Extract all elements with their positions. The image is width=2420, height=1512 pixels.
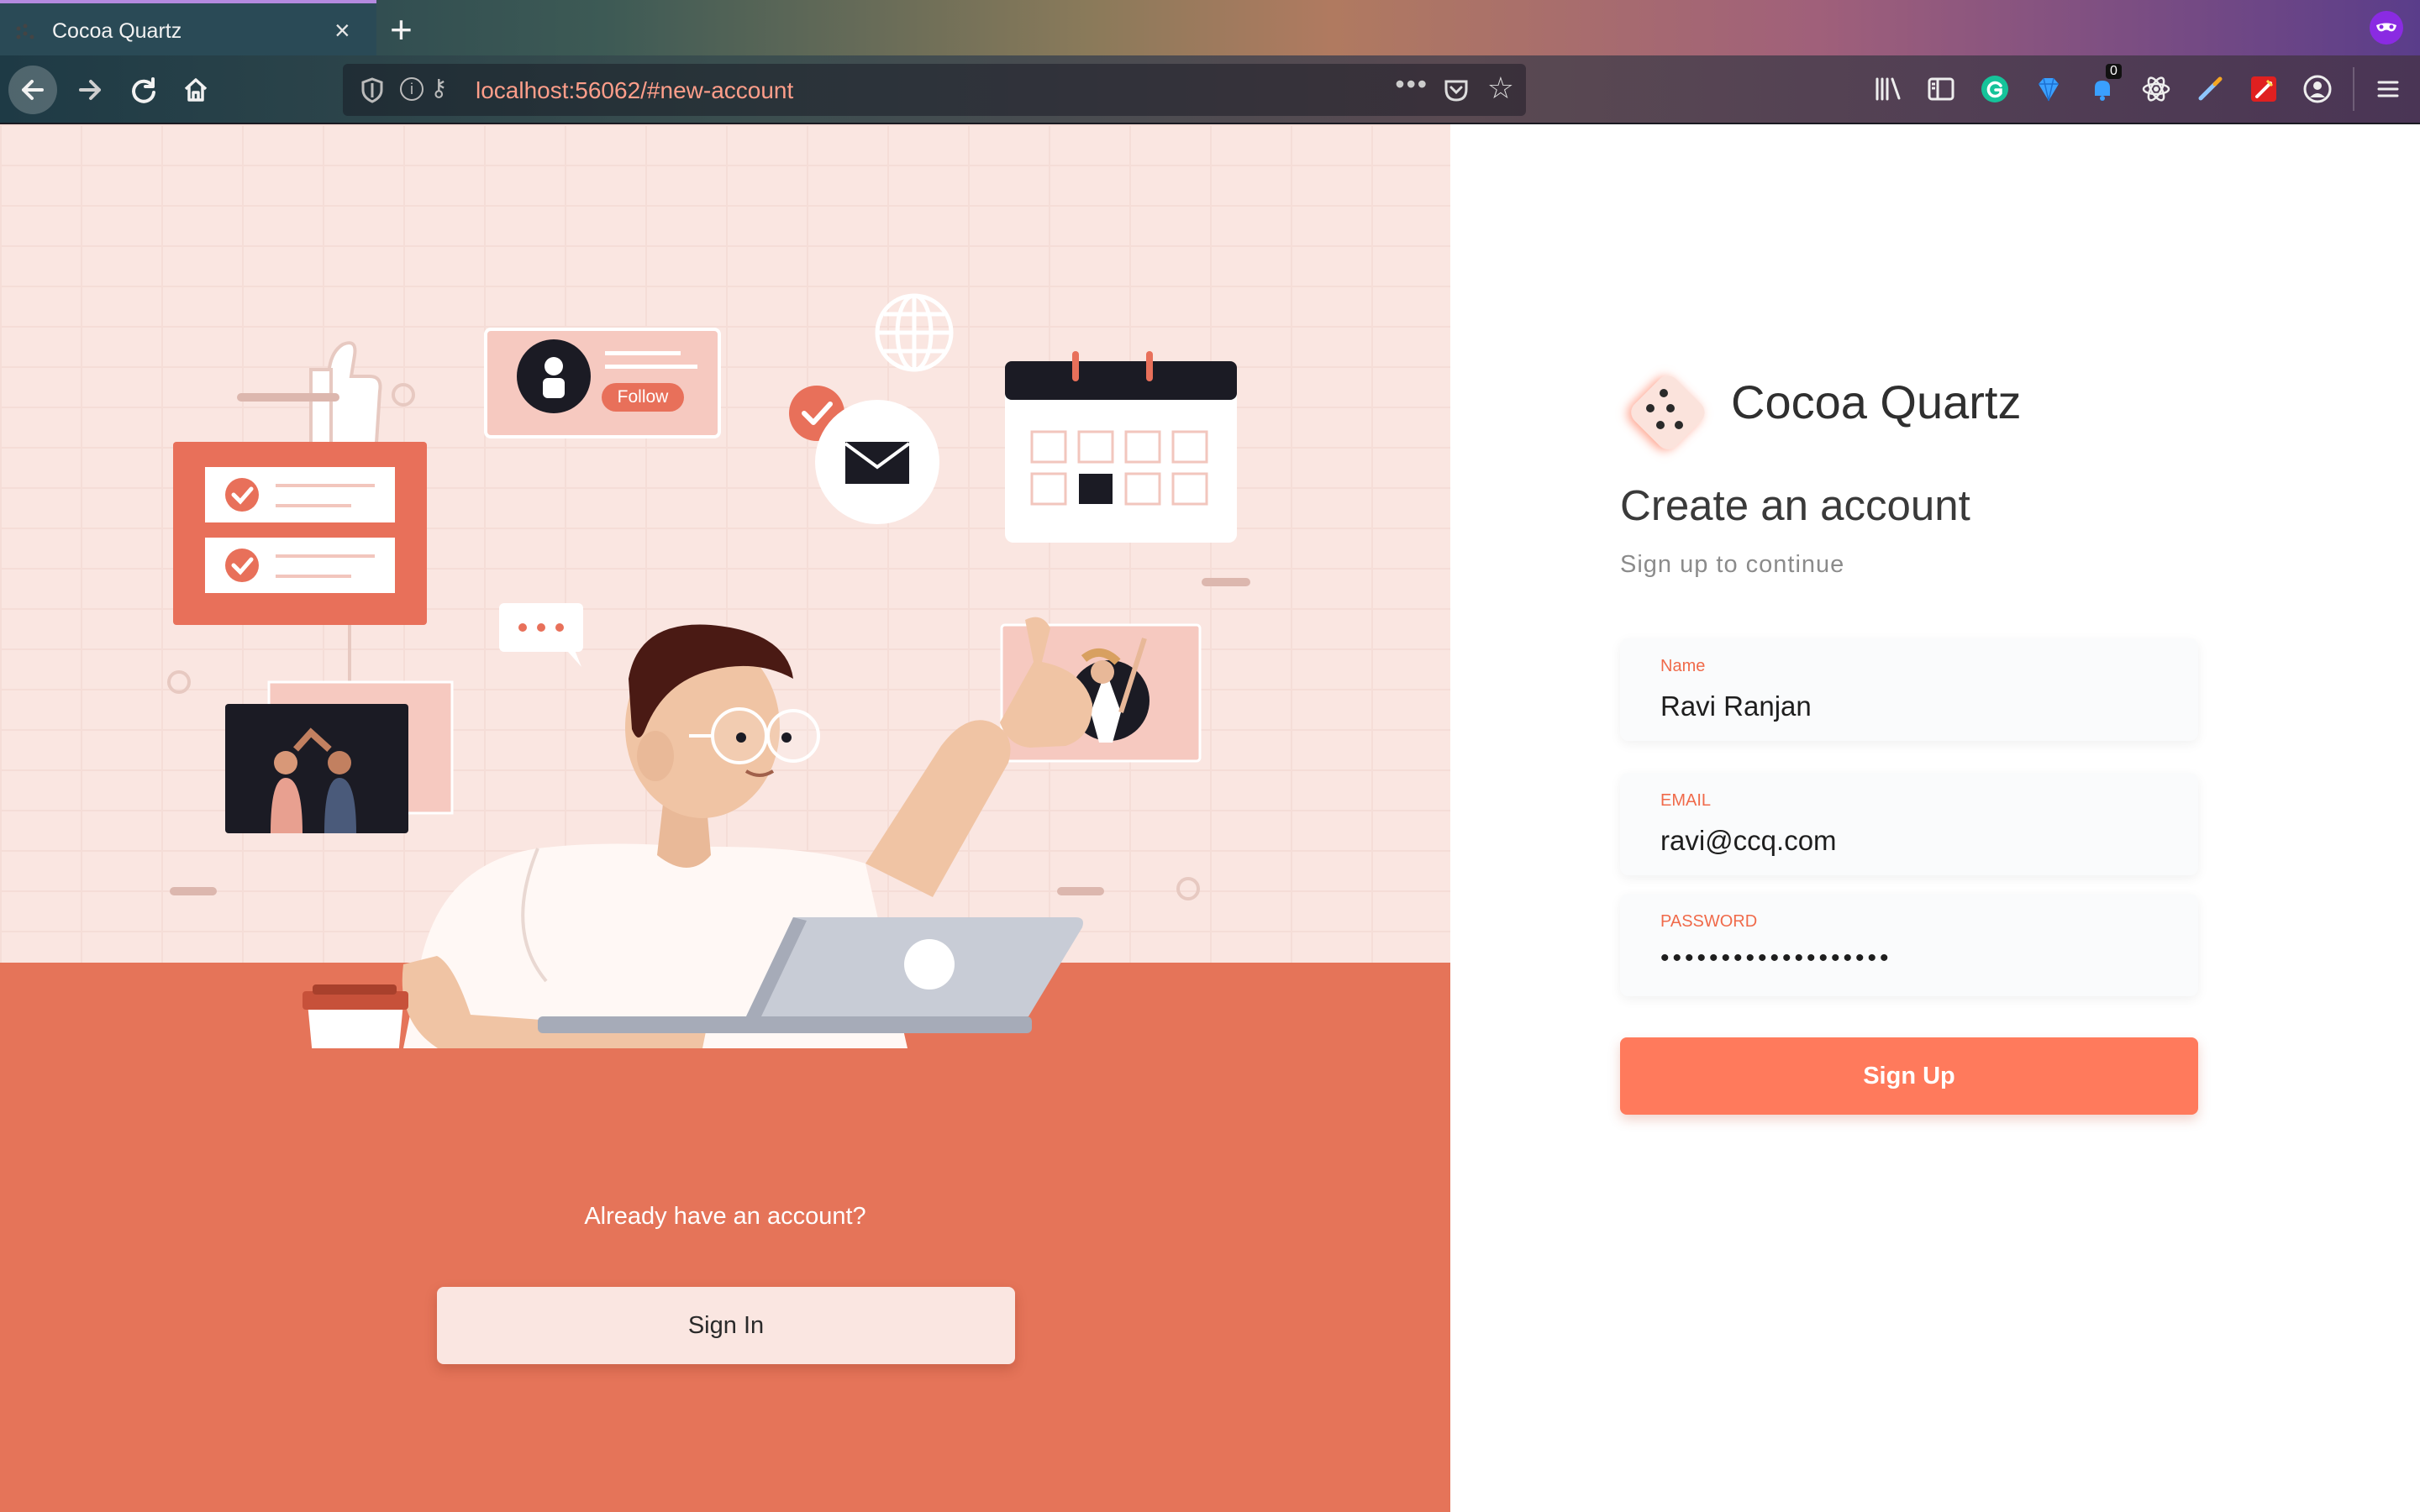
sign-up-button[interactable]: Sign Up — [1620, 1037, 2198, 1115]
calendar-icon — [1005, 351, 1237, 543]
name-label: Name — [1660, 657, 1706, 675]
email-input[interactable]: ravi@ccq.com — [1660, 825, 1837, 857]
navigation-toolbar: i ⚷ localhost:56062/#new-account ••• ☆ 0 — [0, 55, 2420, 124]
eyedropper-icon[interactable] — [2193, 72, 2227, 106]
grammarly-icon[interactable] — [1978, 72, 2012, 106]
toolbar-divider — [2353, 67, 2354, 111]
password-input[interactable]: ••••••••••••••••••• — [1660, 944, 1892, 973]
hero-illustration: Follow — [167, 293, 1250, 1048]
notification-badge: 0 — [2106, 64, 2122, 79]
forward-arrow-icon — [79, 80, 101, 100]
illustration-panel: Follow Already have an account? Sign In — [0, 124, 1450, 1512]
globe-icon — [875, 293, 954, 372]
follow-label: Follow — [618, 387, 670, 407]
tab-close-icon[interactable]: × — [334, 15, 350, 46]
page-actions-button[interactable]: ••• — [1395, 69, 1428, 100]
new-tab-button[interactable]: + — [390, 7, 413, 52]
reload-icon — [132, 77, 155, 103]
already-account-text: Already have an account? — [584, 1203, 866, 1230]
library-icon[interactable] — [1870, 72, 1904, 106]
speech-bubble — [499, 603, 583, 667]
react-devtools-icon[interactable] — [2139, 72, 2173, 106]
page-title: Create an account — [1620, 481, 1970, 529]
name-input[interactable]: Ravi Ranjan — [1660, 690, 1812, 722]
home-button[interactable] — [171, 66, 220, 114]
app-logo-icon — [1631, 375, 1705, 449]
reload-button[interactable] — [119, 66, 168, 114]
colorzilla-icon[interactable] — [2247, 72, 2281, 106]
active-tab[interactable]: Cocoa Quartz × — [0, 0, 376, 55]
site-info-icon[interactable]: i — [400, 77, 424, 101]
password-field[interactable]: PASSWORD ••••••••••••••••••• — [1620, 894, 2198, 996]
coffee-cup-illustration — [302, 984, 408, 1048]
checklist-card — [173, 442, 427, 625]
home-icon — [184, 78, 208, 102]
key-icon[interactable]: ⚷ — [430, 74, 448, 102]
sign-in-button[interactable]: Sign In — [437, 1287, 1015, 1364]
profile-follow-card: Follow — [484, 328, 721, 438]
address-bar[interactable]: i ⚷ localhost:56062/#new-account ••• ☆ — [343, 64, 1526, 116]
friends-photo-card — [225, 704, 408, 833]
email-label: EMAIL — [1660, 791, 1712, 810]
menu-icon[interactable] — [2371, 72, 2405, 106]
pocket-icon[interactable] — [1442, 76, 1470, 104]
tab-title: Cocoa Quartz — [52, 19, 182, 43]
sidebar-icon[interactable] — [1924, 72, 1958, 106]
private-browsing-icon — [2370, 11, 2403, 45]
back-button[interactable] — [8, 66, 57, 114]
tracking-shield-icon[interactable] — [356, 74, 388, 106]
bookmark-star-icon[interactable]: ☆ — [1487, 71, 1514, 106]
app-favicon-icon — [16, 24, 34, 39]
tab-strip: Cocoa Quartz × + — [0, 0, 2420, 55]
gem-icon[interactable] — [2032, 72, 2065, 106]
password-label: PASSWORD — [1660, 912, 1758, 931]
name-field[interactable]: Name Ravi Ranjan — [1620, 638, 2198, 741]
account-icon[interactable] — [2301, 72, 2334, 106]
forward-button[interactable] — [66, 66, 114, 114]
signup-panel: Cocoa Quartz Create an account Sign up t… — [1450, 124, 2420, 1512]
url-text[interactable]: localhost:56062/#new-account — [476, 77, 793, 104]
notification-icon[interactable]: 0 — [2086, 64, 2122, 106]
page-subtitle: Sign up to continue — [1620, 551, 1845, 578]
email-field[interactable]: EMAIL ravi@ccq.com — [1620, 773, 2198, 875]
mail-icon — [844, 442, 911, 484]
back-arrow-icon — [22, 80, 44, 100]
brand-name: Cocoa Quartz — [1731, 375, 2022, 428]
